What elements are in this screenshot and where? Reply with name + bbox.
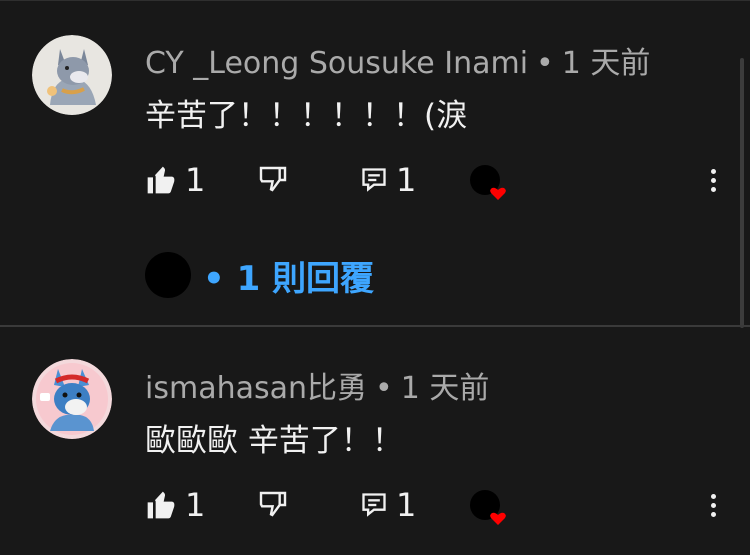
- avatar[interactable]: [32, 35, 112, 115]
- creator-heart-badge: [467, 487, 507, 527]
- author-line: ismahasan比勇 • 1 天前: [145, 363, 489, 407]
- dislike-button[interactable]: [257, 485, 289, 525]
- more-actions-button[interactable]: [703, 160, 723, 200]
- comment-text: 歐歐歐 辛苦了！！: [145, 423, 403, 459]
- reply-count: 1: [396, 486, 417, 524]
- reply-button[interactable]: 1: [360, 160, 416, 200]
- thumbs-down-outline-icon: [259, 491, 287, 517]
- like-button[interactable]: 1: [145, 160, 205, 200]
- comment-text: 辛苦了！！！！！！(淚: [145, 98, 468, 134]
- creator-heart-icon: [490, 187, 506, 200]
- replies-count-label: • 1 則回覆: [203, 258, 375, 299]
- meta-separator: •: [536, 46, 554, 81]
- creator-heart-icon: [490, 512, 506, 525]
- author-line: CY _Leong Sousuke Inami • 1 天前: [145, 38, 650, 82]
- reply-author-avatar: [145, 252, 191, 298]
- comment-actions: 1 1: [145, 160, 735, 200]
- thumbs-up-filled-icon: [147, 491, 175, 519]
- like-count: 1: [185, 486, 206, 524]
- comments-panel: CY _Leong Sousuke Inami • 1 天前 辛苦了！！！！！！(淚…: [0, 0, 750, 555]
- comment-actions: 1 1: [145, 485, 735, 525]
- comment-time[interactable]: 1 天前: [562, 46, 651, 81]
- avatar[interactable]: [32, 359, 112, 439]
- comment-thread: ismahasan比勇 • 1 天前 歐歐歐 辛苦了！！ 1 1: [0, 327, 740, 555]
- reply-comment-icon: [362, 168, 386, 192]
- dislike-button[interactable]: [257, 160, 289, 200]
- reply-button[interactable]: 1: [360, 485, 416, 525]
- scrollbar[interactable]: [740, 58, 744, 328]
- comment-thread: CY _Leong Sousuke Inami • 1 天前 辛苦了！！！！！！(淚…: [0, 0, 740, 325]
- reply-count: 1: [396, 161, 417, 199]
- view-replies-link[interactable]: • 1 則回覆: [145, 250, 374, 300]
- meta-separator: •: [375, 371, 393, 406]
- author-name[interactable]: ismahasan比勇: [145, 371, 367, 406]
- like-button[interactable]: 1: [145, 485, 205, 525]
- author-name[interactable]: CY _Leong Sousuke Inami: [145, 46, 528, 81]
- like-count: 1: [185, 161, 206, 199]
- thumbs-up-filled-icon: [147, 166, 175, 194]
- more-vertical-icon: [710, 168, 716, 174]
- reply-comment-icon: [362, 493, 386, 517]
- thumbs-down-outline-icon: [259, 166, 287, 192]
- comment-time[interactable]: 1 天前: [401, 371, 490, 406]
- more-vertical-icon: [710, 493, 716, 499]
- more-actions-button[interactable]: [703, 485, 723, 525]
- creator-heart-badge: [467, 162, 507, 202]
